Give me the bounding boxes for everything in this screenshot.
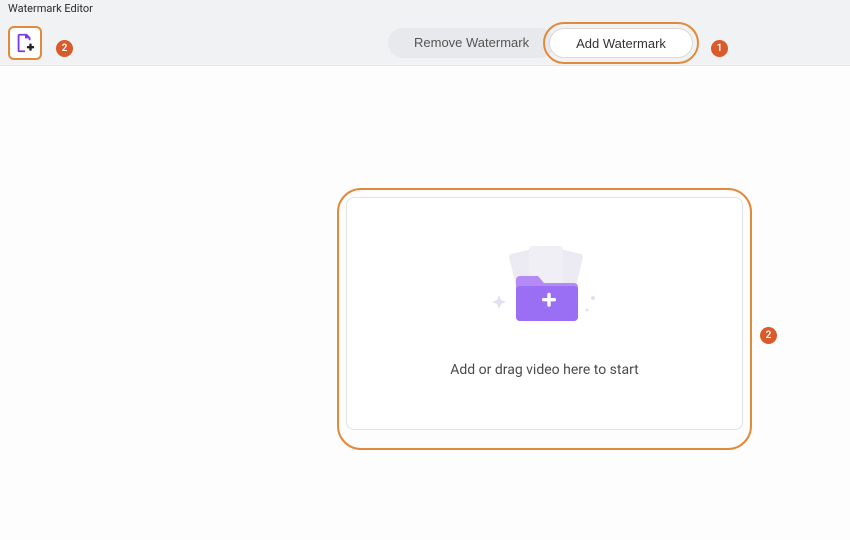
add-watermark-tab[interactable]: Add Watermark bbox=[549, 28, 693, 58]
remove-watermark-tab[interactable]: Remove Watermark bbox=[388, 28, 555, 58]
watermark-mode-segment: Remove Watermark Add Watermark bbox=[388, 27, 693, 59]
callout-badge-1: 1 bbox=[711, 40, 728, 57]
callout-badge-2a: 2 bbox=[56, 40, 73, 57]
window-titlebar: Watermark Editor bbox=[0, 0, 850, 20]
window-title: Watermark Editor bbox=[8, 2, 93, 15]
add-file-icon bbox=[14, 32, 36, 54]
video-drop-zone[interactable]: Add or drag video here to start bbox=[346, 197, 743, 430]
callout-badge-2b: 2 bbox=[760, 327, 777, 344]
add-watermark-tab-wrap: Add Watermark bbox=[549, 28, 693, 58]
add-file-button[interactable] bbox=[8, 26, 42, 60]
drop-zone-hint: Add or drag video here to start bbox=[450, 362, 639, 378]
drop-zone-illustration bbox=[475, 240, 615, 340]
